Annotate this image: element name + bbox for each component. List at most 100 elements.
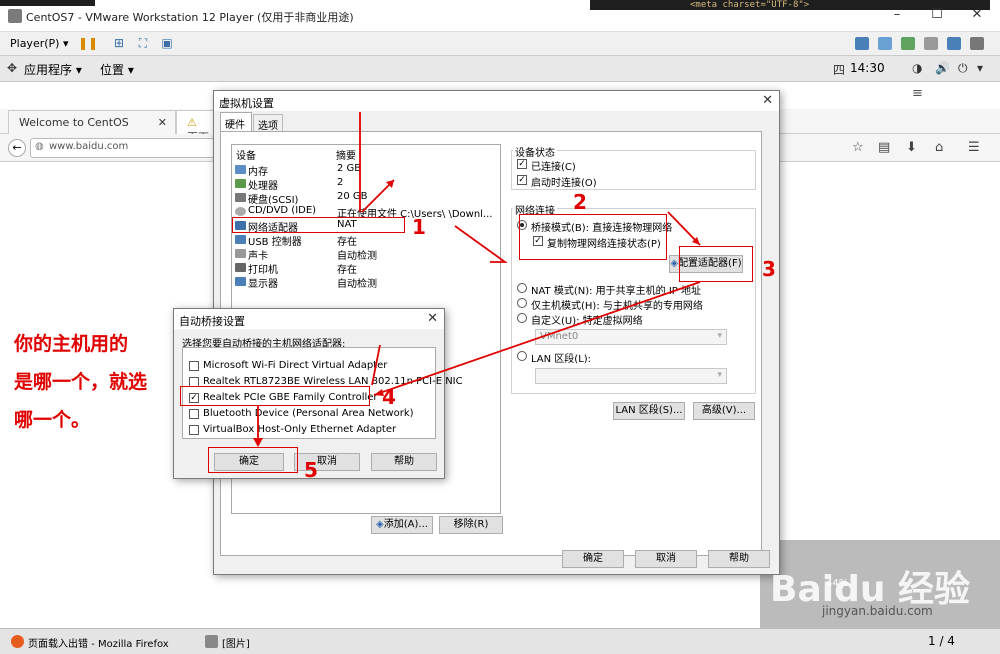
device-row-memory[interactable]: 内存 2 GB	[232, 163, 500, 178]
download-icon[interactable]: ⬇	[906, 140, 917, 155]
close-icon[interactable]: ✕	[962, 7, 992, 25]
hamburger-menu-icon[interactable]: ☰	[968, 140, 980, 155]
chevron-down-icon[interactable]: ▾	[977, 61, 983, 75]
workspace-icon[interactable]: 四	[833, 61, 845, 78]
reading-list-icon[interactable]: ▤	[878, 140, 890, 155]
lan-segment-radio[interactable]	[517, 351, 527, 361]
custom-radio[interactable]	[517, 313, 527, 323]
device-summary: 自动检测	[337, 251, 377, 262]
adapter-checkbox[interactable]	[189, 409, 199, 419]
places-menu[interactable]: 位置 ▾	[100, 61, 134, 78]
device-row-display[interactable]: 显示器 自动检测	[232, 275, 500, 290]
device-name: 显示器	[248, 279, 278, 290]
chevron-down-icon: ▾	[717, 370, 722, 380]
adapter-checkbox[interactable]	[189, 361, 199, 371]
adapter-checkbox[interactable]	[189, 425, 199, 435]
shield-icon: ◈	[376, 519, 384, 530]
player-menu[interactable]: Player(P) ▾	[10, 37, 68, 50]
applications-menu[interactable]: 应用程序 ▾	[24, 61, 82, 78]
connected-checkbox[interactable]: ✓	[517, 159, 527, 169]
apps-icon: ✥	[7, 61, 18, 75]
dialog-close-icon[interactable]: ✕	[427, 311, 438, 326]
network-icon[interactable]: ⊞	[112, 37, 126, 50]
highlight-config-adapters	[679, 246, 753, 282]
bridge-help-button[interactable]: 帮助	[371, 453, 437, 471]
advanced-button[interactable]: 高级(V)...	[693, 402, 755, 420]
adapter-name: Bluetooth Device (Personal Area Network)	[203, 408, 414, 419]
highlight-ok-button	[208, 447, 298, 473]
tab-options[interactable]: 选项	[253, 114, 283, 132]
globe-icon: ◍	[35, 141, 44, 152]
vmware-toolbar: Player(P) ▾ ❚❚ ⊞ ⛶ ▣	[0, 32, 1000, 56]
device-row-sound[interactable]: 声卡 自动检测	[232, 247, 500, 262]
url-input[interactable]: ◍ www.baidu.com	[30, 138, 220, 158]
custom-network-select[interactable]: VMnet0 ▾	[535, 329, 727, 345]
device-summary: 2	[337, 177, 344, 188]
power-icon[interactable]: ⏻	[958, 61, 968, 76]
step-1-number: 1	[412, 215, 426, 239]
watermark-url: jingyan.baidu.com	[822, 604, 933, 618]
device-name: 内存	[248, 167, 268, 178]
clock[interactable]: 14:30	[850, 61, 885, 75]
bookmark-star-icon[interactable]: ☆	[852, 140, 864, 155]
device-summary: 2 GB	[337, 163, 362, 174]
disk-icon[interactable]	[878, 37, 892, 50]
device-row-usb[interactable]: USB 控制器 存在	[232, 233, 500, 248]
nat-radio[interactable]	[517, 283, 527, 293]
dialog-close-icon[interactable]: ✕	[762, 93, 773, 108]
add-device-button[interactable]: ◈添加(A)...	[371, 516, 433, 534]
connect-on-power-checkbox[interactable]: ✓	[517, 175, 527, 185]
device-summary: 20 GB	[337, 191, 368, 202]
maximize-icon[interactable]: ☐	[922, 7, 952, 25]
more-devices-icon[interactable]	[970, 37, 984, 50]
highlight-realtek-pcie	[180, 386, 370, 406]
display-icon[interactable]	[947, 37, 961, 50]
unity-icon[interactable]: ▣	[160, 37, 174, 50]
cancel-button[interactable]: 取消	[635, 550, 697, 568]
lan-segment-label: LAN 区段(L):	[531, 354, 592, 365]
device-row-printer[interactable]: 打印机 存在	[232, 261, 500, 276]
add-label: 添加(A)...	[383, 519, 428, 530]
cd-icon	[235, 207, 246, 216]
device-icon[interactable]	[855, 37, 869, 50]
volume-icon[interactable]: 🔊	[935, 61, 950, 75]
taskbar: 页面载入出错 - Mozilla Firefox [图片] 1 / 4	[0, 628, 1000, 654]
annotation-line-1: 你的主机用的	[14, 333, 129, 355]
fit-window-icon[interactable]: ⛶	[136, 37, 150, 50]
step-3-number: 3	[762, 257, 776, 281]
usb-icon	[235, 235, 246, 244]
home-icon[interactable]: ⌂	[935, 140, 943, 155]
window-title: CentOS7 - VMware Workstation 12 Player (…	[26, 11, 354, 24]
step-4-number: 4	[382, 385, 396, 409]
printer-icon[interactable]	[924, 37, 938, 50]
firefox-overflow-icon[interactable]: ≡	[912, 86, 923, 101]
device-status-label: 设备状态	[513, 144, 557, 159]
step-5-number: 5	[304, 458, 318, 482]
tab-hardware[interactable]: 硬件	[220, 112, 252, 131]
device-name: CD/DVD (IDE)	[248, 205, 317, 216]
pause-icon[interactable]: ❚❚	[78, 37, 98, 50]
device-row-disk[interactable]: 硬盘(SCSI) 20 GB	[232, 191, 500, 206]
lan-segment-select[interactable]: ▾	[535, 368, 727, 384]
taskbar-firefox[interactable]: 页面载入出错 - Mozilla Firefox	[8, 633, 192, 651]
vm-settings-title: 虚拟机设置	[214, 91, 779, 111]
device-summary: 自动检测	[337, 279, 377, 290]
minimize-icon[interactable]: –	[882, 7, 912, 25]
taskbar-image[interactable]: [图片]	[202, 633, 272, 651]
workspace-pager[interactable]: 1 / 4	[928, 634, 955, 648]
editor-strip	[0, 0, 95, 6]
device-row-cpu[interactable]: 处理器 2	[232, 177, 500, 192]
accessibility-icon[interactable]: ◑	[912, 61, 922, 75]
custom-network-value: VMnet0	[540, 331, 579, 342]
help-button[interactable]: 帮助	[708, 550, 770, 568]
tab-welcome[interactable]: Welcome to CentOS ✕	[8, 110, 176, 134]
ok-button[interactable]: 确定	[562, 550, 624, 568]
back-button[interactable]: ←	[8, 139, 26, 157]
vmware-titlebar: <meta charset="UTF-8"> CentOS7 - VMware …	[0, 0, 1000, 32]
lan-segments-button[interactable]: LAN 区段(S)...	[613, 402, 685, 420]
remove-device-button[interactable]: 移除(R)	[439, 516, 503, 534]
adapter-name: Microsoft Wi-Fi Direct Virtual Adapter	[203, 360, 388, 371]
host-only-radio[interactable]	[517, 298, 527, 308]
tab-close-icon[interactable]: ✕	[158, 116, 167, 129]
network-status-icon[interactable]	[901, 37, 915, 50]
